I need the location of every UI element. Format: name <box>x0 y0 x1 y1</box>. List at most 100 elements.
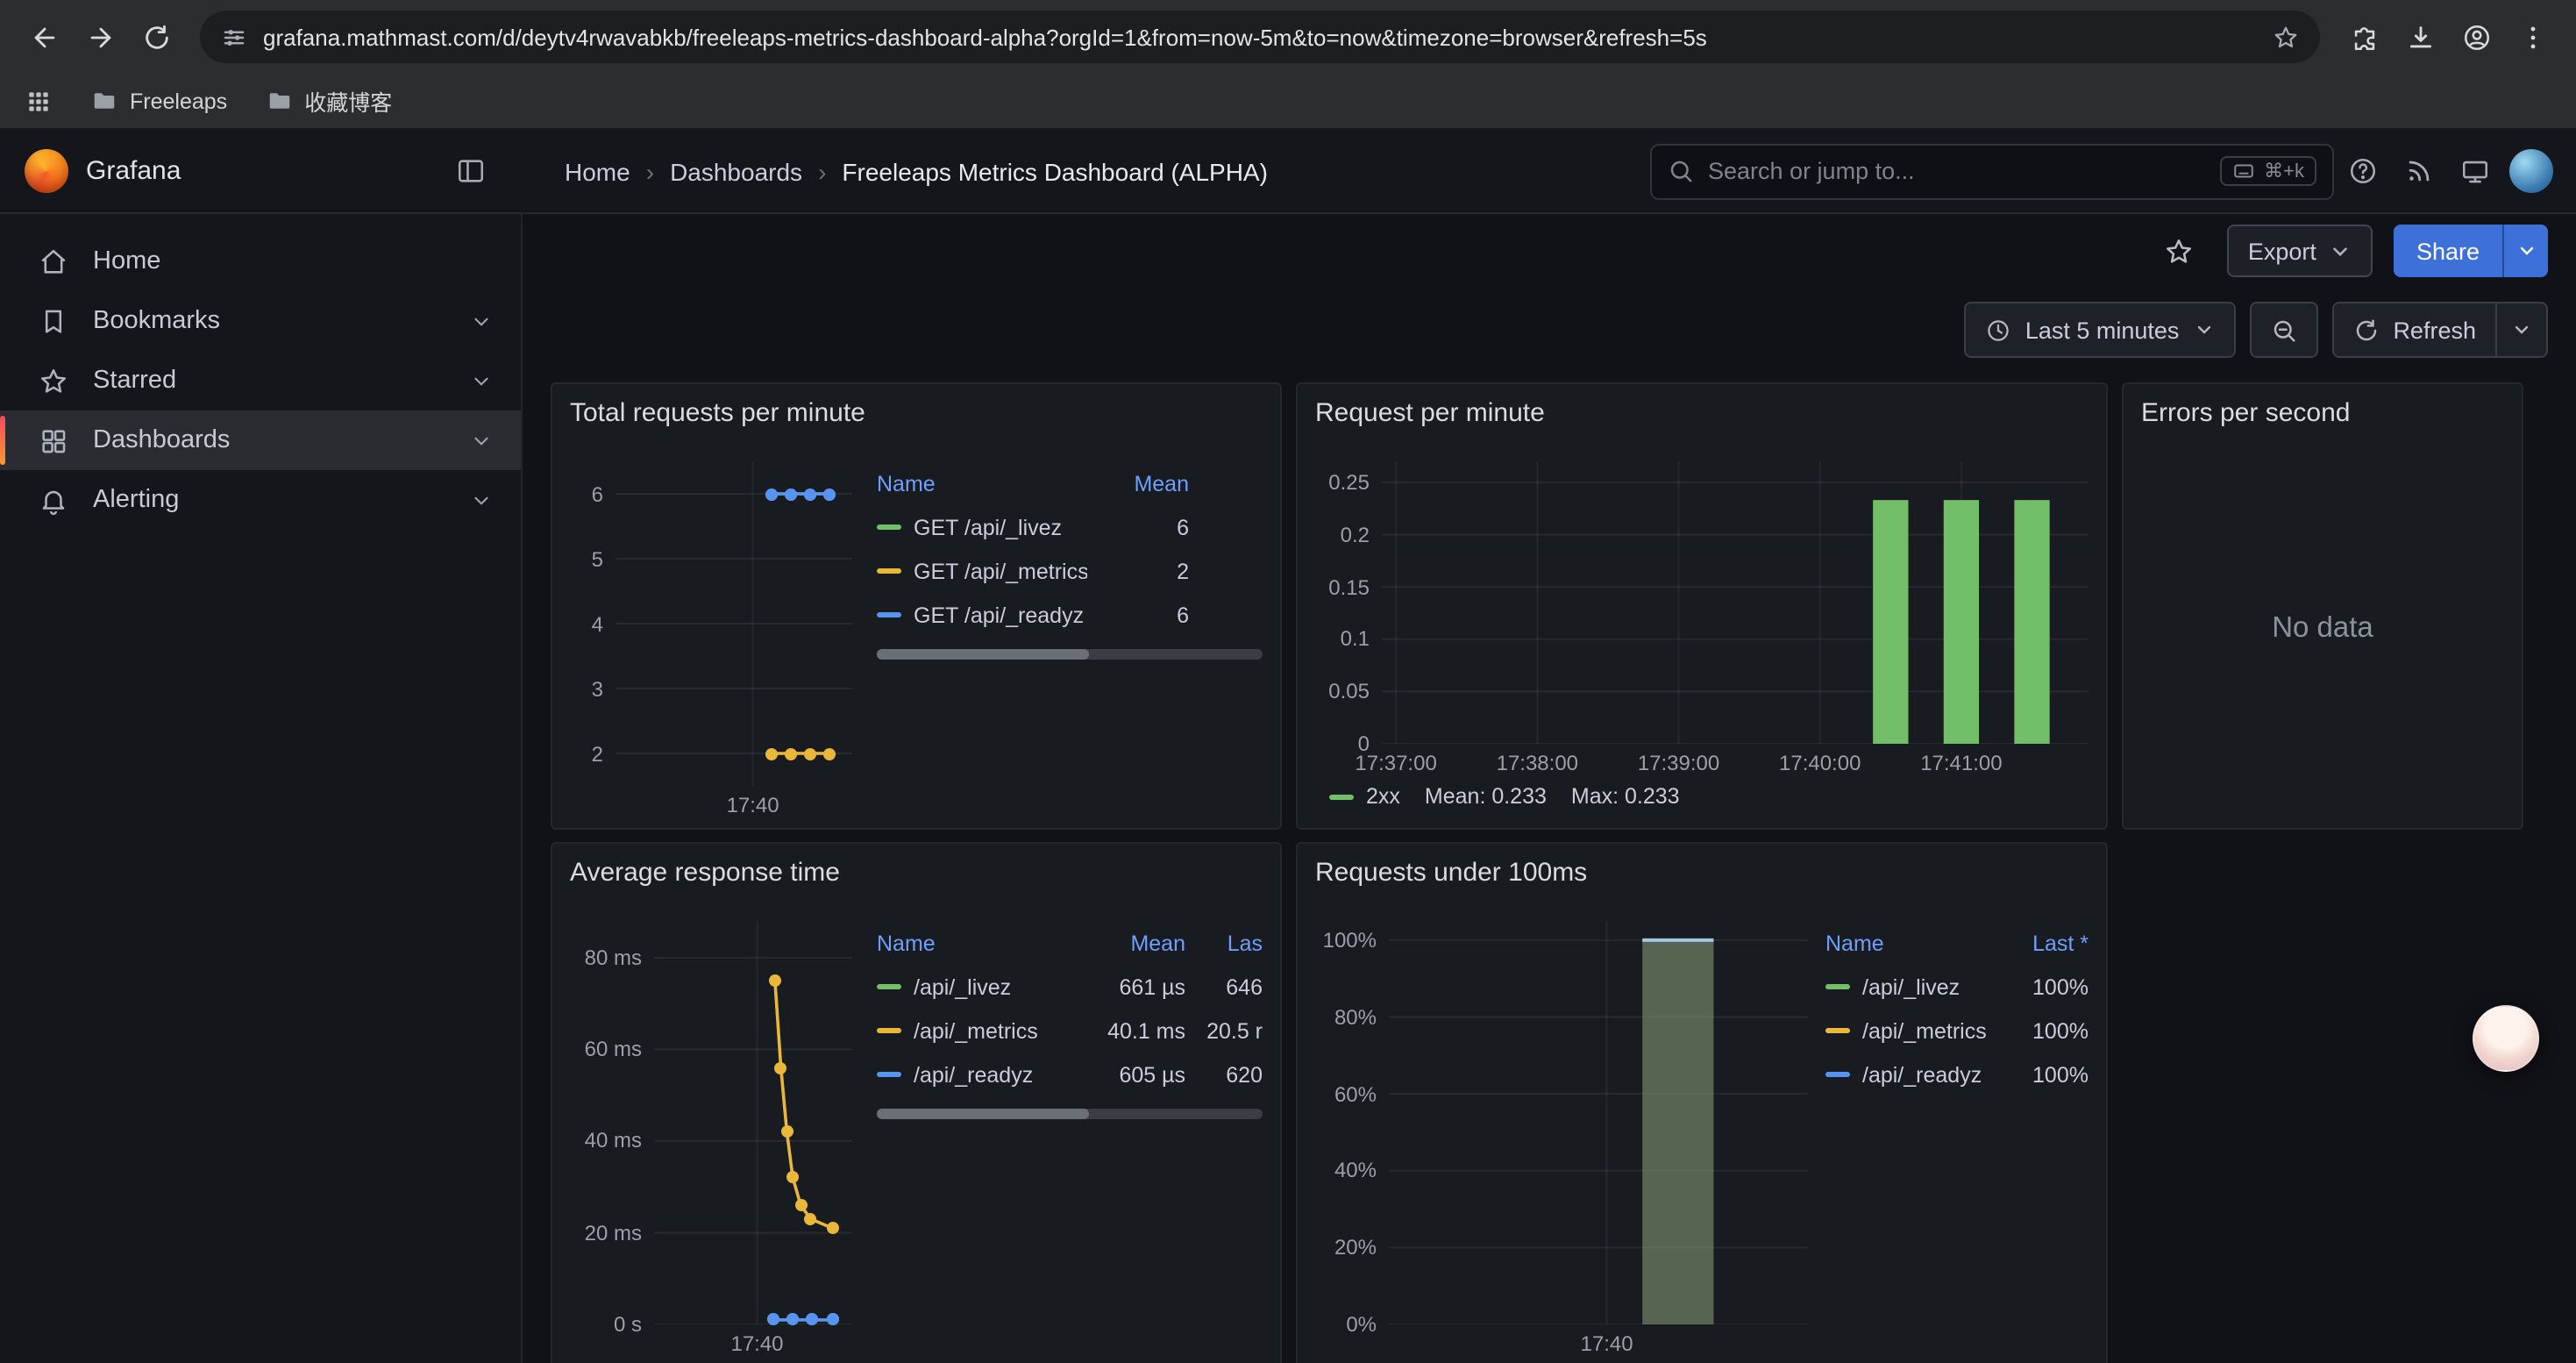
legend-row: /api/_readyz605 µs620 <box>877 1053 1263 1096</box>
sidebar-item-home[interactable]: Home <box>0 232 521 291</box>
y-axis-label: 6 <box>592 482 603 506</box>
extensions-icon[interactable] <box>2338 11 2390 63</box>
browser-menu-icon[interactable] <box>2506 11 2558 63</box>
star-icon <box>39 366 68 396</box>
share-menu-caret[interactable] <box>2502 225 2548 277</box>
back-button[interactable] <box>18 11 70 63</box>
legend-series-name[interactable]: /api/_metrics <box>1862 1018 1987 1043</box>
y-axis-label: 40% <box>1334 1159 1377 1183</box>
legend-row: /api/_livez661 µs646 <box>877 965 1263 1009</box>
legend-series-name[interactable]: GET /api/_readyz <box>914 603 1084 627</box>
legend-header[interactable]: Las <box>1192 931 1263 955</box>
legend-series-name[interactable]: 2xx <box>1366 784 1400 809</box>
news-rss-icon[interactable] <box>2390 143 2446 199</box>
breadcrumb-home[interactable]: Home <box>565 157 630 185</box>
assistant-avatar[interactable] <box>2473 1005 2539 1072</box>
apps-grid-icon[interactable] <box>25 87 53 115</box>
grafana-logo-icon[interactable] <box>25 149 68 193</box>
panel-title[interactable]: Total requests per minute <box>570 395 1263 433</box>
search-input[interactable]: Search or jump to... ⌘+k <box>1650 143 2334 199</box>
data-point <box>785 488 797 500</box>
x-axis-label: 17:40 <box>730 1331 783 1356</box>
legend-series-name[interactable]: /api/_metrics <box>914 1018 1038 1043</box>
legend-header[interactable]: Name <box>877 471 1087 496</box>
refresh-button[interactable]: Refresh <box>2333 303 2495 356</box>
chevron-down-icon[interactable] <box>470 310 493 332</box>
breadcrumb-separator: › <box>646 157 654 185</box>
breadcrumb-dashboards[interactable]: Dashboards <box>670 157 802 185</box>
display-icon[interactable] <box>2446 143 2502 199</box>
chevron-down-icon[interactable] <box>470 489 493 511</box>
series-swatch <box>877 984 901 989</box>
series-swatch <box>877 568 901 574</box>
forward-button[interactable] <box>74 11 126 63</box>
downloads-icon[interactable] <box>2394 11 2446 63</box>
url-text[interactable]: grafana.mathmast.com/d/deytv4rwavabkb/fr… <box>263 24 2257 50</box>
panel-title[interactable]: Request per minute <box>1315 395 2089 433</box>
series-swatch <box>1825 1028 1850 1033</box>
bookmark-folder-blogs[interactable]: 收藏博客 <box>266 84 392 118</box>
legend-series-name[interactable]: /api/_livez <box>1862 974 1960 999</box>
series-swatch <box>877 1028 901 1033</box>
legend-series-name[interactable]: /api/_readyz <box>1862 1062 1982 1087</box>
grafana-brand[interactable]: Grafana <box>25 149 181 193</box>
legend-header[interactable]: Name <box>877 931 1084 955</box>
panel-request-per-minute: Request per minute 00.050.10.150.20.25 1… <box>1296 382 2108 830</box>
legend-header[interactable]: Last * <box>1987 931 2089 955</box>
star-dashboard-button[interactable] <box>2153 225 2206 277</box>
legend-value: 620 <box>1192 1062 1263 1087</box>
bookmark-star-icon[interactable] <box>2273 24 2299 50</box>
x-axis-label: 17:38:00 <box>1497 751 1578 775</box>
legend-header[interactable]: Mean <box>1084 931 1185 955</box>
bookmarks-bar: Freeleaps 收藏博客 <box>0 74 2576 130</box>
share-button[interactable]: Share <box>2394 225 2548 277</box>
legend-header-row: NameMean Las <box>877 921 1263 965</box>
y-axis-label: 2 <box>592 741 603 766</box>
chevron-down-icon[interactable] <box>470 369 493 392</box>
panel-title[interactable]: Requests under 100ms <box>1315 854 2089 893</box>
sidebar-item-dashboards[interactable]: Dashboards <box>0 410 521 470</box>
profile-avatar[interactable] <box>2450 11 2502 63</box>
address-bar[interactable]: grafana.mathmast.com/d/deytv4rwavabkb/fr… <box>200 11 2320 63</box>
zoom-out-button[interactable] <box>2249 302 2317 358</box>
legend-row: GET /api/_livez 6 <box>877 505 1263 549</box>
export-button[interactable]: Export <box>2227 225 2373 277</box>
refresh-icon <box>2352 317 2379 343</box>
legend-header[interactable]: Name <box>1825 931 1987 955</box>
reload-button[interactable] <box>130 11 182 63</box>
panel-title[interactable]: Average response time <box>570 854 1263 893</box>
legend-line: 2xxMean: 0.233Max: 0.233 <box>1315 775 2089 817</box>
dock-menu-icon[interactable] <box>442 143 498 199</box>
legend-series-name[interactable]: GET /api/_metrics <box>914 559 1087 583</box>
legend-header[interactable]: Mean <box>1087 471 1189 496</box>
legend-series-name[interactable]: /api/_readyz <box>914 1062 1033 1087</box>
panel-title[interactable]: Errors per second <box>2141 395 2504 433</box>
breadcrumb: Home › Dashboards › Freeleaps Metrics Da… <box>565 157 1268 185</box>
legend-value: 6 <box>1087 515 1189 539</box>
sidebar-item-label: Starred <box>93 367 176 395</box>
time-range-picker[interactable]: Last 5 minutes <box>1964 302 2236 358</box>
legend-series-name[interactable]: GET /api/_livez <box>914 515 1062 539</box>
legend-scrollbar[interactable] <box>877 649 1263 660</box>
sidebar-item-alerting[interactable]: Alerting <box>0 470 521 530</box>
legend-scrollbar[interactable] <box>877 1109 1263 1119</box>
y-axis-label: 4 <box>592 611 603 636</box>
sidebar-item-starred[interactable]: Starred <box>0 351 521 410</box>
legend-row: GET /api/_metrics2 <box>877 549 1263 593</box>
y-axis-label: 80 ms <box>585 946 642 970</box>
refresh-interval-caret[interactable] <box>2495 303 2546 356</box>
chart-svg <box>1382 461 2089 744</box>
legend-series-name[interactable]: /api/_livez <box>914 974 1011 999</box>
y-axis-label: 0.15 <box>1328 574 1370 599</box>
site-settings-icon[interactable] <box>221 24 247 50</box>
data-point <box>826 1222 838 1234</box>
user-avatar[interactable] <box>2502 143 2558 199</box>
sidebar-item-bookmarks[interactable]: Bookmarks <box>0 291 521 351</box>
chevron-down-icon[interactable] <box>470 429 493 452</box>
data-point <box>805 1213 817 1225</box>
legend-row: GET /api/_readyz6 <box>877 593 1263 637</box>
bookmark-label: 收藏博客 <box>304 84 392 118</box>
bookmark-folder-freeleaps[interactable]: Freeleaps <box>91 88 227 114</box>
search-placeholder: Search or jump to... <box>1708 158 1915 184</box>
help-icon[interactable] <box>2334 143 2390 199</box>
